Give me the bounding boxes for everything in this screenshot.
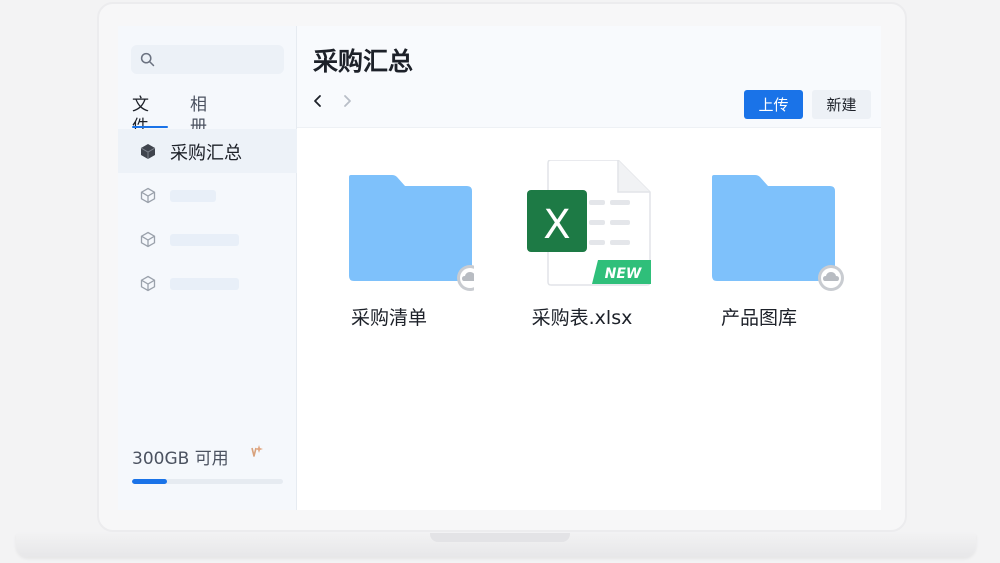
file-item-folder[interactable]: 产品图库: [674, 160, 844, 340]
upload-button[interactable]: 上传: [744, 90, 803, 119]
cube-icon: [140, 144, 156, 159]
cube-outline-icon: [140, 275, 156, 292]
folder-icon: [712, 175, 844, 291]
active-tab-indicator: [132, 126, 168, 128]
sidebar-item-placeholder-3[interactable]: [118, 261, 297, 305]
storage-available: 300GB 可用: [132, 449, 229, 469]
sidebar-item-label: 采购汇总: [170, 143, 242, 164]
app-window: 文件 相册 采购汇总: [118, 26, 881, 510]
loading-placeholder: [170, 234, 239, 246]
nav-list: 采购汇总: [118, 129, 297, 305]
cube-outline-icon: [140, 187, 156, 204]
new-badge: NEW: [605, 266, 642, 282]
file-name: 采购清单: [350, 307, 427, 329]
file-item-folder[interactable]: 采购清单: [304, 160, 474, 340]
sidebar-item-placeholder-2[interactable]: [118, 217, 297, 261]
file-name: 采购表.xlsx: [531, 307, 633, 329]
cube-outline-icon: [140, 231, 156, 248]
folder-icon: [349, 175, 474, 291]
loading-placeholder: [170, 190, 216, 202]
search-icon: [140, 52, 155, 67]
storage-progress-fill: [132, 479, 167, 484]
excel-file-icon: X NEW: [527, 160, 651, 286]
new-button[interactable]: 新建: [812, 90, 871, 119]
sidebar-item-placeholder-1[interactable]: [118, 173, 297, 217]
file-name: 产品图库: [720, 307, 797, 329]
back-chevron-icon[interactable]: [312, 94, 324, 108]
forward-chevron-icon[interactable]: [341, 94, 353, 108]
storage-progress: [132, 479, 283, 484]
main-panel: 采购汇总 上传 新建 采购清单 X NEW 采购表.xlsx 产品图库: [297, 26, 881, 510]
loading-placeholder: [170, 278, 239, 290]
search-input[interactable]: [131, 45, 284, 74]
sidebar-item-purchase-summary[interactable]: 采购汇总: [118, 129, 297, 173]
laptop-notch: [430, 533, 570, 542]
sidebar: 文件 相册 采购汇总: [118, 26, 297, 510]
toolbar: 采购汇总 上传 新建: [297, 26, 881, 128]
page-title: 采购汇总: [313, 47, 414, 76]
sparkle-icon: [251, 445, 263, 457]
file-item-excel[interactable]: X NEW 采购表.xlsx: [497, 160, 667, 340]
excel-letter: X: [543, 202, 570, 248]
